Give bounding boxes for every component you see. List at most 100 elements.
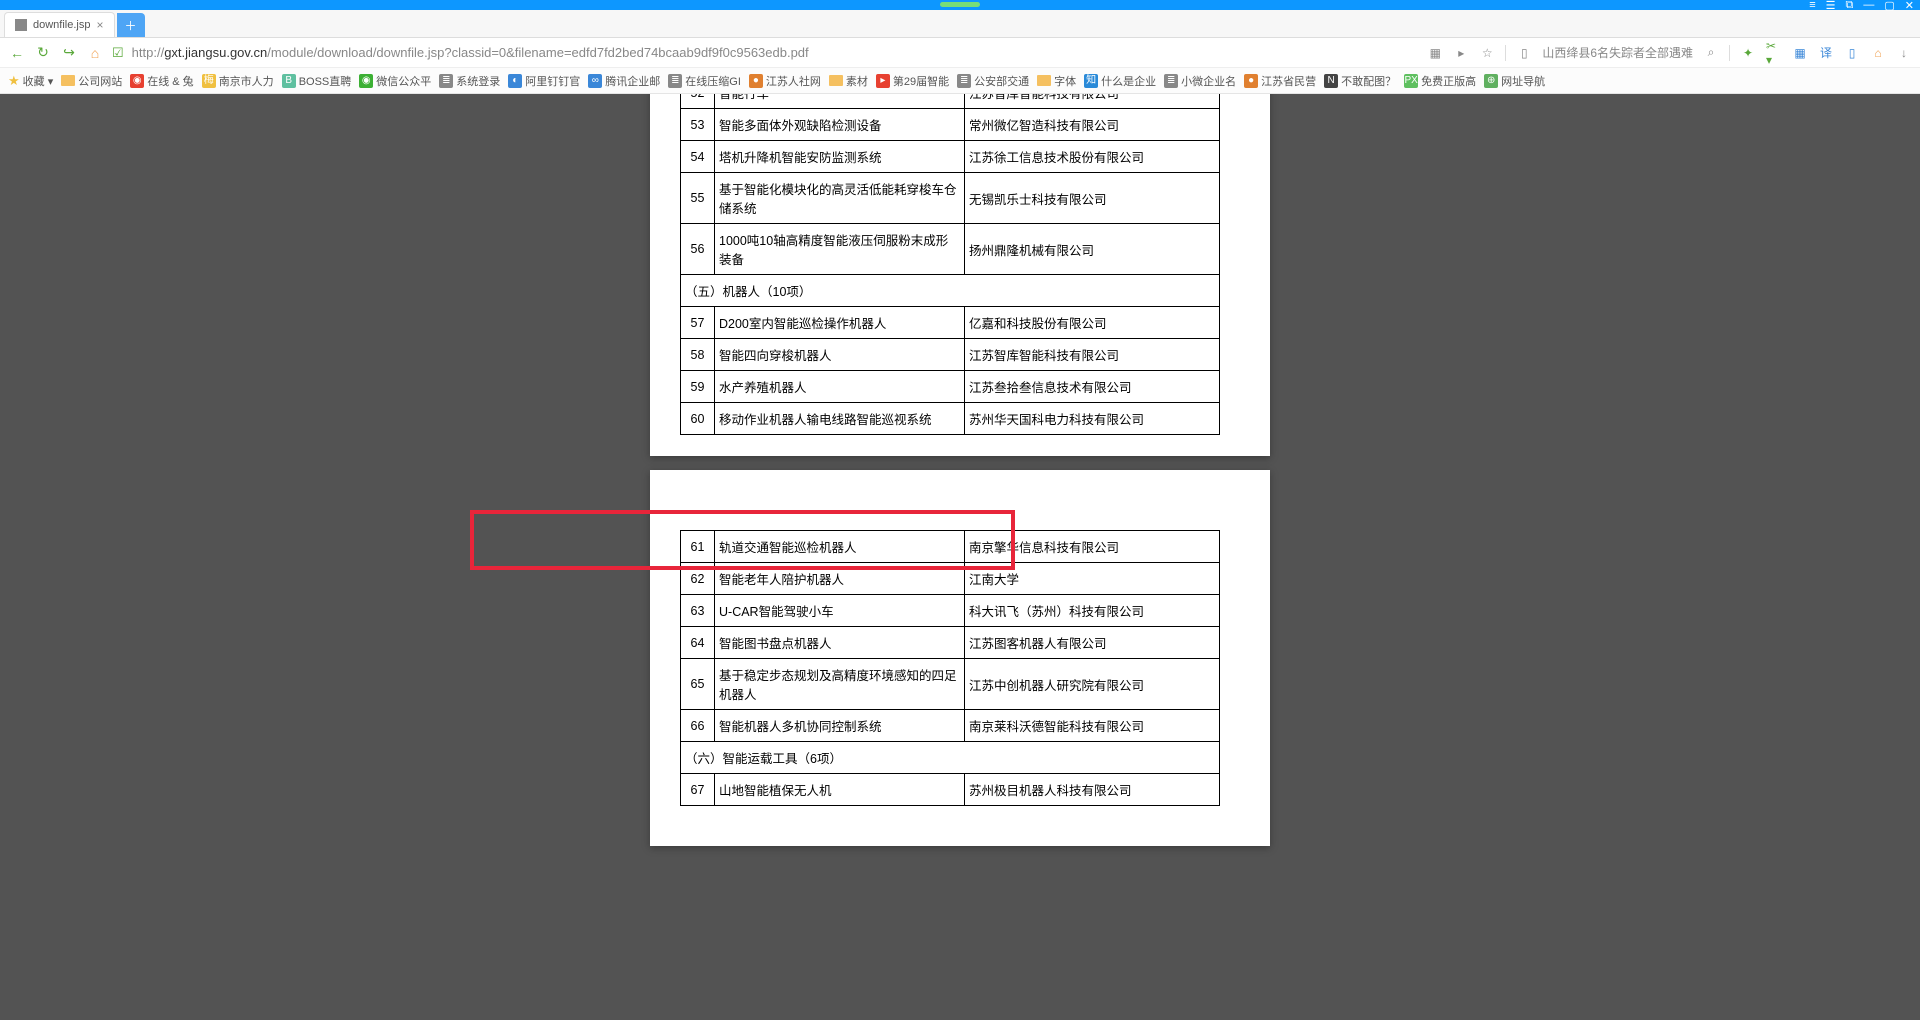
product-name: D200室内智能巡检操作机器人	[715, 307, 965, 339]
bookmark-favicon: ●	[1244, 74, 1258, 88]
bookmark-item[interactable]: ≣小微企业名	[1164, 73, 1236, 89]
company-name: 江南大学	[965, 563, 1220, 595]
product-name: 基于智能化模块化的高灵活低能耗穿梭车仓储系统	[715, 173, 965, 224]
bookmark-item[interactable]: ⊕网址导航	[1484, 73, 1545, 89]
bookmark-favicon: ≣	[957, 74, 971, 88]
home-button[interactable]: ⌂	[86, 44, 104, 62]
search-input[interactable]: 山西绛县6名失踪者全部遇难	[1542, 44, 1693, 61]
bookmark-item[interactable]: ≣公安部交通	[957, 73, 1029, 89]
grid-icon[interactable]: ▦	[1792, 45, 1808, 61]
url-protocol: http://	[132, 45, 165, 60]
window-maximize-icon[interactable]: ▢	[1884, 0, 1894, 12]
home2-icon[interactable]: ⌂	[1870, 45, 1886, 61]
bookmark-item[interactable]: BBOSS直聘	[282, 73, 352, 89]
window-panel-icon[interactable]: ≡	[1809, 0, 1815, 12]
company-name: 江苏叁拾叁信息技术有限公司	[965, 371, 1220, 403]
doc-icon[interactable]: ▯	[1844, 45, 1860, 61]
search-icon[interactable]: ⌕	[1703, 45, 1719, 61]
company-name: 科大讯飞（苏州）科技有限公司	[965, 595, 1220, 627]
bookmark-item[interactable]: ◉在线 & 兔	[130, 73, 193, 89]
company-name: 苏州华天国科电力科技有限公司	[965, 403, 1220, 435]
security-shield-icon[interactable]: ☑	[112, 45, 124, 61]
bookmark-star-icon[interactable]: ☆	[1479, 45, 1495, 61]
pdf-viewer[interactable]: 52智能行车江苏智库智能科技有限公司53智能多面体外观缺陷检测设备常州微亿智造科…	[0, 94, 1920, 1020]
table-row: 55基于智能化模块化的高灵活低能耗穿梭车仓储系统无锡凯乐士科技有限公司	[681, 173, 1220, 224]
table-row: 58智能四向穿梭机器人江苏智库智能科技有限公司	[681, 339, 1220, 371]
qr-icon[interactable]: ▦	[1427, 45, 1443, 61]
section-header: （六）智能运载工具（6项）	[681, 742, 1220, 774]
product-name: 1000吨10轴高精度智能液压伺服粉末成形装备	[715, 224, 965, 275]
bookmark-item[interactable]: ∞腾讯企业邮	[588, 73, 660, 89]
window-restore-icon[interactable]: ⧉	[1846, 0, 1854, 12]
bookmark-label: 微信公众平	[376, 73, 431, 89]
window-minimize-icon[interactable]: —	[1863, 0, 1874, 12]
bookmark-label: 南京市人力	[219, 73, 274, 89]
translate-icon[interactable]: 译	[1818, 45, 1834, 61]
product-name: 智能图书盘点机器人	[715, 627, 965, 659]
bookmark-item[interactable]: N不敢配图？	[1324, 73, 1396, 89]
bookmark-item[interactable]: 素材	[829, 73, 868, 89]
separator	[1505, 45, 1506, 61]
download-icon[interactable]: ↓	[1896, 45, 1912, 61]
forward-button[interactable]: ↪	[60, 44, 78, 62]
browser-tab[interactable]: downfile.jsp ×	[4, 12, 115, 37]
row-number: 59	[681, 371, 715, 403]
bookmark-label: 腾讯企业邮	[605, 73, 660, 89]
product-name: 智能行车	[715, 94, 965, 109]
table-row: 67山地智能植保无人机苏州极目机器人科技有限公司	[681, 774, 1220, 806]
table-row: 62智能老年人陪护机器人江南大学	[681, 563, 1220, 595]
bookmark-label: 素材	[846, 73, 868, 89]
table-row: 59水产养殖机器人江苏叁拾叁信息技术有限公司	[681, 371, 1220, 403]
bookmark-item[interactable]: ≣在线压缩GI	[668, 73, 741, 89]
wand-icon[interactable]: ✦	[1740, 45, 1756, 61]
product-name: 智能机器人多机协同控制系统	[715, 710, 965, 742]
row-number: 63	[681, 595, 715, 627]
company-name: 江苏智库智能科技有限公司	[965, 339, 1220, 371]
pdf-page-1: 52智能行车江苏智库智能科技有限公司53智能多面体外观缺陷检测设备常州微亿智造科…	[650, 94, 1270, 456]
bookmark-item[interactable]: ◉微信公众平	[359, 73, 431, 89]
company-name: 江苏智库智能科技有限公司	[965, 94, 1220, 109]
product-name: 塔机升降机智能安防监测系统	[715, 141, 965, 173]
table-row: 52智能行车江苏智库智能科技有限公司	[681, 94, 1220, 109]
bookmark-label: 不敢配图？	[1341, 73, 1396, 89]
bookmark-favicon: ≣	[1164, 74, 1178, 88]
bookmark-label: BOSS直聘	[299, 73, 352, 89]
table-row: 53智能多面体外观缺陷检测设备常州微亿智造科技有限公司	[681, 109, 1220, 141]
bookmark-favicon: ≣	[439, 74, 453, 88]
product-name: 基于稳定步态规划及高精度环境感知的四足机器人	[715, 659, 965, 710]
product-name: 水产养殖机器人	[715, 371, 965, 403]
bookmark-item[interactable]: ★收藏 ▾	[8, 73, 53, 89]
bookmark-favicon: 梅	[202, 74, 216, 88]
bookmark-item[interactable]: 字体	[1037, 73, 1076, 89]
bookmark-item[interactable]: 公司网站	[61, 73, 122, 89]
new-tab-button[interactable]: ＋	[117, 13, 145, 37]
back-button[interactable]: ←	[8, 44, 26, 62]
url-input[interactable]: http://gxt.jiangsu.gov.cn/module/downloa…	[132, 45, 1420, 60]
reload-button[interactable]: ↻	[34, 44, 52, 62]
tab-close-icon[interactable]: ×	[96, 18, 103, 32]
folder-icon	[829, 75, 843, 86]
company-name: 江苏徐工信息技术股份有限公司	[965, 141, 1220, 173]
bookmark-favicon: N	[1324, 74, 1338, 88]
bookmark-item[interactable]: PX免费正版高	[1404, 73, 1476, 89]
address-bar: ← ↻ ↪ ⌂ ☑ http://gxt.jiangsu.gov.cn/modu…	[0, 38, 1920, 68]
scissors-icon[interactable]: ✂ ▾	[1766, 45, 1782, 61]
bookmark-item[interactable]: ◐阿里钉钉官	[508, 73, 580, 89]
bookmark-item[interactable]: ●江苏省民营	[1244, 73, 1316, 89]
bookmark-label: 第29届智能	[893, 73, 949, 89]
bookmark-item[interactable]: ▸第29届智能	[876, 73, 949, 89]
bookmark-item[interactable]: ●江苏人社网	[749, 73, 821, 89]
bookmark-item[interactable]: ≣系统登录	[439, 73, 500, 89]
window-close-icon[interactable]: ✕	[1905, 0, 1914, 12]
row-number: 52	[681, 94, 715, 109]
task-indicator	[940, 2, 980, 7]
row-number: 55	[681, 173, 715, 224]
file-icon	[15, 19, 27, 31]
window-menu-icon[interactable]: ☰	[1826, 0, 1836, 12]
flash-icon[interactable]: ▸	[1453, 45, 1469, 61]
tab-title: downfile.jsp	[33, 19, 90, 31]
bookmark-label: 在线 & 兔	[147, 73, 193, 89]
bookmark-item[interactable]: 梅南京市人力	[202, 73, 274, 89]
bookmark-item[interactable]: 知什么是企业	[1084, 73, 1156, 89]
search-engine-icon[interactable]: ▯	[1516, 45, 1532, 61]
